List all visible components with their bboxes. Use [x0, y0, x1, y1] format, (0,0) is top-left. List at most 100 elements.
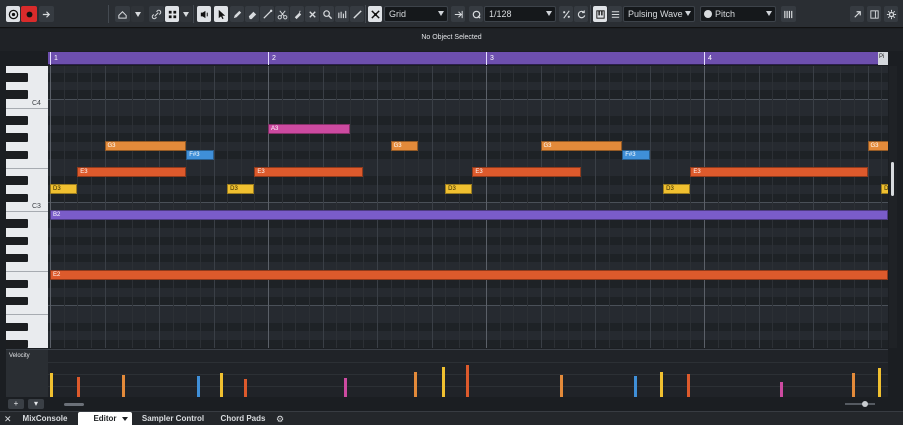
- velocity-bar[interactable]: [197, 375, 201, 397]
- zoom-tool[interactable]: [320, 6, 334, 22]
- midi-note-g3[interactable]: G3: [390, 141, 418, 152]
- record-button[interactable]: [21, 6, 37, 22]
- chevron-down-icon[interactable]: [122, 417, 128, 421]
- piano-keyboard[interactable]: C4 C3: [6, 66, 48, 348]
- toolbar-dropdown-arrow[interactable]: [131, 6, 144, 22]
- quantize-button[interactable]: [469, 6, 483, 22]
- black-key[interactable]: [6, 253, 28, 263]
- snap-to-zero-button[interactable]: [451, 6, 465, 22]
- midi-note-a3[interactable]: A3: [268, 124, 350, 135]
- black-key[interactable]: [6, 90, 28, 99]
- info-dropdown-arrow[interactable]: [180, 6, 192, 22]
- lines-menu-button[interactable]: [608, 6, 622, 22]
- midi-note-g3[interactable]: G3: [867, 141, 888, 152]
- snap-type-dropdown[interactable]: Grid: [384, 6, 448, 22]
- velocity-bar[interactable]: [686, 373, 690, 397]
- acoustic-feedback-button[interactable]: [115, 6, 130, 22]
- midi-note-b2[interactable]: B2: [50, 210, 888, 221]
- velocity-bar[interactable]: [660, 372, 664, 397]
- midi-note-e3[interactable]: E3: [254, 167, 364, 178]
- black-key[interactable]: [6, 116, 28, 125]
- tab-sampler-control[interactable]: Sampler Control: [138, 412, 208, 425]
- horizontal-scroll-thumb[interactable]: [64, 403, 84, 406]
- midi-note-e2[interactable]: E2: [50, 270, 888, 281]
- black-key[interactable]: [6, 322, 28, 332]
- show-info-button[interactable]: [165, 6, 179, 22]
- velocity-bar[interactable]: [244, 378, 248, 397]
- velocity-lane-header[interactable]: Velocity: [6, 349, 48, 397]
- quantize-preset-dropdown[interactable]: 1/128: [484, 6, 556, 22]
- black-key[interactable]: [6, 219, 28, 228]
- midi-note-d3[interactable]: D3: [50, 184, 78, 195]
- line-tool[interactable]: [260, 6, 274, 22]
- black-key[interactable]: [6, 296, 28, 306]
- velocity-bar[interactable]: [414, 372, 418, 397]
- split-tool[interactable]: [275, 6, 289, 22]
- velocity-bar[interactable]: [121, 374, 125, 397]
- black-key[interactable]: [6, 176, 28, 185]
- erase-tool[interactable]: [245, 6, 259, 22]
- close-icon[interactable]: ✕: [4, 412, 12, 425]
- black-key[interactable]: [6, 339, 28, 348]
- line-shape-dropdown[interactable]: Pulsing Wave: [623, 6, 695, 22]
- horizontal-zoom-slider[interactable]: [845, 403, 875, 405]
- comp-tool[interactable]: [335, 6, 349, 22]
- iterative-quantize-button[interactable]: [559, 6, 573, 22]
- object-selection-tool[interactable]: [214, 6, 228, 22]
- midi-note-fsharp3[interactable]: F#3: [622, 149, 650, 160]
- trim-tool[interactable]: [350, 6, 364, 22]
- velocity-bar[interactable]: [220, 373, 224, 397]
- link-button[interactable]: [149, 6, 164, 22]
- midi-note-d3[interactable]: D3: [663, 184, 691, 195]
- velocity-bar[interactable]: [442, 366, 446, 397]
- lane-menu-button[interactable]: ▾: [28, 399, 44, 409]
- open-window-button[interactable]: [850, 6, 864, 22]
- velocity-bar[interactable]: [780, 382, 784, 397]
- midi-note-fsharp3[interactable]: F#3: [186, 149, 214, 160]
- note-display[interactable]: A3A3G3G3G3G3F#3F#3E3E3E3E3D3D3D3D3D3B2E2: [48, 66, 888, 348]
- velocity-bar[interactable]: [466, 364, 470, 397]
- ruler-end-marker[interactable]: Pi: [878, 52, 888, 65]
- velocity-bar[interactable]: [560, 374, 564, 397]
- glue-tool[interactable]: [290, 6, 304, 22]
- black-key[interactable]: [6, 73, 28, 82]
- midi-note-d3[interactable]: D3: [445, 184, 473, 195]
- black-key[interactable]: [6, 133, 28, 142]
- tab-editor[interactable]: Editor: [78, 412, 132, 425]
- midi-note-e3[interactable]: E3: [472, 167, 582, 178]
- tab-mixconsole[interactable]: MixConsole: [18, 412, 72, 425]
- midi-note-e3[interactable]: E3: [690, 167, 868, 178]
- midi-note-g3[interactable]: G3: [540, 141, 623, 152]
- velocity-lane[interactable]: [48, 349, 888, 397]
- mute-tool-button[interactable]: [197, 6, 211, 22]
- vertical-scrollbar[interactable]: [889, 66, 897, 348]
- mute-x-tool[interactable]: [305, 6, 319, 22]
- keyboard-icon-button[interactable]: [781, 6, 796, 22]
- draw-tool[interactable]: [230, 6, 244, 22]
- midi-note-e3[interactable]: E3: [77, 167, 187, 178]
- black-key[interactable]: [6, 279, 28, 289]
- vertical-scroll-thumb[interactable]: [891, 162, 894, 196]
- expression-dropdown[interactable]: Pitch: [700, 6, 776, 22]
- tab-chord-pads[interactable]: Chord Pads: [214, 412, 272, 425]
- snap-toggle[interactable]: [368, 6, 382, 22]
- ruler[interactable]: 4 3 2 1 Pi: [48, 52, 888, 65]
- solo-editor-button[interactable]: [6, 6, 20, 22]
- insert-velocity-button[interactable]: [593, 6, 607, 22]
- black-key[interactable]: [6, 193, 28, 203]
- black-key[interactable]: [6, 150, 28, 160]
- midi-note-g3[interactable]: G3: [104, 141, 187, 152]
- settings-button[interactable]: [884, 6, 898, 22]
- velocity-bar[interactable]: [77, 376, 81, 397]
- auto-scroll-button[interactable]: [39, 6, 54, 22]
- midi-note-d3[interactable]: D3: [881, 184, 888, 195]
- window-layout-button[interactable]: [867, 6, 881, 22]
- velocity-bar[interactable]: [878, 368, 882, 397]
- midi-note-d3[interactable]: D3: [227, 184, 255, 195]
- add-lane-button[interactable]: +: [8, 399, 24, 409]
- velocity-bar[interactable]: [50, 373, 53, 397]
- quantize-settings-button[interactable]: [574, 6, 588, 22]
- zoom-slider-knob[interactable]: [862, 401, 868, 407]
- velocity-bar[interactable]: [634, 375, 638, 397]
- gear-icon[interactable]: ⚙: [276, 412, 284, 425]
